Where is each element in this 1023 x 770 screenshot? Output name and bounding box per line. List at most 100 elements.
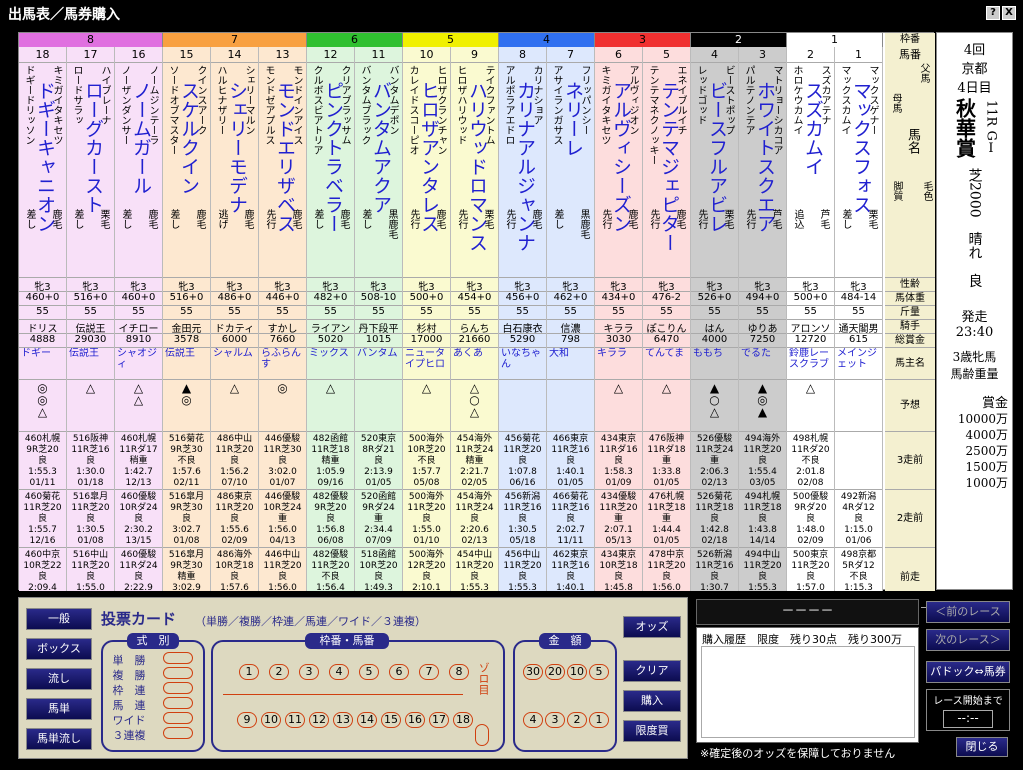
number-toggle[interactable]: 8 bbox=[449, 664, 469, 680]
horse-column[interactable]: 14 シェリーマルン ハルヒナザリー シェリーモデナ 逃げ 鹿毛 牝3 486+0 55 ドカティ… bbox=[211, 47, 259, 591]
owner: 伝説王 bbox=[67, 347, 114, 379]
horse-number: 12 bbox=[307, 47, 354, 63]
number-toggle[interactable]: 4 bbox=[329, 664, 349, 680]
horse-number: 9 bbox=[451, 47, 498, 63]
horse-column[interactable]: 17 ハイブレーナ ロードサラッ ローグカースト 差し 栗毛 牝3 516+0 55 伝説王 290… bbox=[67, 47, 115, 591]
horse-column[interactable]: 18 キミガイタキセツ ドギードリッソン ドギーキャニオン 差し 鹿毛 牝3 460+0 55 ド… bbox=[19, 47, 67, 591]
number-toggle[interactable]: 17 bbox=[429, 712, 449, 728]
race-day: 4日目 bbox=[957, 81, 992, 96]
past-race-p3: 460札幌 9R芝20 良 1:55.3 01/11 bbox=[19, 431, 66, 489]
sex-age: 牝3 bbox=[403, 277, 450, 291]
close-button[interactable]: 閉じる bbox=[956, 737, 1008, 757]
clear-button[interactable]: クリア bbox=[623, 660, 681, 682]
past-race-p1: 498京都 5Rダ12 不良 1:15.3 04/06 bbox=[835, 547, 882, 591]
amount-toggle[interactable]: 30 bbox=[523, 664, 543, 680]
label-kyakushitsu: 脚質 bbox=[891, 181, 902, 201]
label-name: 馬名 bbox=[905, 128, 920, 154]
number-toggle[interactable]: 10 bbox=[261, 712, 281, 728]
horse-column[interactable]: 13 モンドインアイス モンドゼアプルス モンドエリザベス 先行 鹿毛 牝3 446+0 55 す… bbox=[259, 47, 307, 591]
horse-number: 14 bbox=[211, 47, 258, 63]
title-bar: 出馬表／馬券購入 ? X bbox=[0, 0, 1023, 26]
horse-column[interactable]: 7 フリッパンシー アサイランガサス ネリーレ 差し 黒鹿毛 牝3 462+0 55 信濃 798 大… bbox=[547, 47, 595, 591]
number-toggle[interactable]: 15 bbox=[381, 712, 401, 728]
paddock-toggle-button[interactable]: パドック⇔馬券 bbox=[926, 661, 1010, 683]
coat-color: 鹿毛 bbox=[290, 209, 301, 229]
history-list[interactable] bbox=[701, 646, 915, 738]
horse-column[interactable]: 1 マックスゲナー マックスカムイ マックスフォス 差し 栗毛 牝3 484-14 55 通天閣男… bbox=[835, 47, 883, 591]
horse-column[interactable]: 12 クリアブラッサム クルボスビアトリア ピンクトラベラー 差し 鹿毛 牝3 482+0 55… bbox=[307, 47, 355, 591]
number-toggle[interactable]: 18 bbox=[453, 712, 473, 728]
waku-band-2: 2 bbox=[691, 33, 787, 47]
amount-toggle[interactable]: 4 bbox=[523, 712, 543, 728]
number-group: 枠番・馬番 12345678 9 10 11 12 13 14 15 16 17 18 ゾロ目 bbox=[211, 633, 505, 752]
odds-button[interactable]: オッズ bbox=[623, 616, 681, 638]
horse-column[interactable]: 4 ビーストポップ レッドゴッド ビースフルアビレ 先行 栗毛 牝3 526+0 55 はん 400… bbox=[691, 47, 739, 591]
past-race-p1: 494中山 11R芝20 良 1:55.3 03/09 bbox=[739, 547, 786, 591]
number-toggle[interactable]: 5 bbox=[359, 664, 379, 680]
bet-type-toggle[interactable] bbox=[163, 682, 193, 694]
weight-carried: 55 bbox=[67, 305, 114, 319]
number-toggle[interactable]: 2 bbox=[269, 664, 289, 680]
past-race-p3: 494海外 11R芝20 良 1:55.4 03/05 bbox=[739, 431, 786, 489]
prediction-marks: △ bbox=[67, 379, 114, 431]
amount-toggle[interactable]: 10 bbox=[567, 664, 587, 680]
running-style: 先行 bbox=[600, 209, 611, 229]
sex-age: 牝3 bbox=[259, 277, 306, 291]
number-toggle[interactable]: 3 bbox=[299, 664, 319, 680]
horse-column[interactable]: 2 スズカアテナ ホロケウカムイ スズカムイ 追込 芦毛 牝3 500+0 55 アロンソ 1272… bbox=[787, 47, 835, 591]
number-toggle[interactable]: 16 bbox=[405, 712, 425, 728]
horse-column[interactable]: 8 カリナショア アルポラアエドロ カリナアルジャンナ 先行 鹿毛 牝3 456+0 55 白石康… bbox=[499, 47, 547, 591]
running-style: 先行 bbox=[696, 209, 707, 229]
horse-column[interactable]: 3 マトリョーシカコア パルテノンテア ホワイトスクエア 先行 芦毛 牝3 494+0 55 ゆり… bbox=[739, 47, 787, 591]
close-window-button[interactable]: X bbox=[1002, 6, 1016, 20]
number-toggle[interactable]: 6 bbox=[389, 664, 409, 680]
number-toggle[interactable]: 14 bbox=[357, 712, 377, 728]
prev-race-button[interactable]: ＜前のレース bbox=[926, 601, 1010, 623]
amount-toggle[interactable]: 1 bbox=[589, 712, 609, 728]
past-race-p2: 446優駿 10R芝24 重 1:56.0 04/13 bbox=[259, 489, 306, 547]
past-race-p1: 518函館 10R芝20 良 1:49.3 03/03 bbox=[355, 547, 402, 591]
horse-column[interactable]: 11 バンタムデポン バンタムブラック バンタムアクア 差し 黒鹿毛 牝3 508-10 55 丹… bbox=[355, 47, 403, 591]
horse-column[interactable]: 10 ヒロザクランチャン カレイドスコーピオ ヒロザアンタレス 先行 鹿毛 牝3 500+0 5… bbox=[403, 47, 451, 591]
number-toggle[interactable]: 1 bbox=[239, 664, 259, 680]
horse-number: 5 bbox=[643, 47, 690, 63]
number-toggle[interactable]: 7 bbox=[419, 664, 439, 680]
bet-type-toggle[interactable] bbox=[163, 697, 193, 709]
amount-toggle[interactable]: 20 bbox=[545, 664, 565, 680]
prize-5: 1000万 bbox=[965, 475, 1008, 490]
mode-umatan-button[interactable]: 馬単 bbox=[26, 698, 92, 720]
owner: らふらんす bbox=[259, 347, 306, 379]
horse-column[interactable]: 9 テイクファントム ヒロザハリウッド ハリウッドロマンス 先行 栗毛 牝3 454+0 55 ら… bbox=[451, 47, 499, 591]
horse-number: 7 bbox=[547, 47, 594, 63]
help-button[interactable]: ? bbox=[986, 6, 1000, 20]
coat-color: 栗毛 bbox=[98, 209, 109, 229]
zoro-toggle[interactable] bbox=[475, 724, 489, 746]
bet-type-toggle[interactable] bbox=[163, 727, 193, 739]
horse-column[interactable]: 15 クインスアーク ソードオブマスター スケルクイン 差し 鹿毛 牝3 516+0 55 金田元… bbox=[163, 47, 211, 591]
number-toggle[interactable]: 13 bbox=[333, 712, 353, 728]
past-race-p1: 526新潟 11R芝16 良 1:30.7 09/18 bbox=[691, 547, 738, 591]
mode-box-button[interactable]: ボックス bbox=[26, 638, 92, 660]
amount-toggle[interactable]: 3 bbox=[545, 712, 565, 728]
horse-column[interactable]: 5 エネイブルイチ テンテマネクノッキー テンテマジェピター 先行 鹿毛 牝3 476-2 55… bbox=[643, 47, 691, 591]
horse-column[interactable]: 6 アルヴィジオン キミガイタキセツ アルヴィシーズン 先行 鹿毛 牝3 434+0 55 キララ… bbox=[595, 47, 643, 591]
number-toggle[interactable]: 9 bbox=[237, 712, 257, 728]
prediction-marks: △ bbox=[403, 379, 450, 431]
amount-toggle[interactable]: 2 bbox=[567, 712, 587, 728]
next-race-button[interactable]: 次のレース＞ bbox=[926, 629, 1010, 651]
bet-type-toggle[interactable] bbox=[163, 712, 193, 724]
horse-column[interactable]: 16 ノームジンテーラ ノーザンダンサー ノームガール 差し 鹿毛 牝3 460+0 55 イチロ… bbox=[115, 47, 163, 591]
mode-umatan-nagashi-button[interactable]: 馬単流し bbox=[26, 728, 92, 750]
bet-type-toggle[interactable] bbox=[163, 667, 193, 679]
limit-buy-button[interactable]: 限度買 bbox=[623, 720, 681, 742]
waku-band-7: 7 bbox=[163, 33, 307, 47]
bet-type-label: 馬 連 bbox=[112, 699, 146, 712]
number-toggle[interactable]: 12 bbox=[309, 712, 329, 728]
amount-toggle[interactable]: 5 bbox=[589, 664, 609, 680]
bet-type-toggle[interactable] bbox=[163, 652, 193, 664]
sex-age: 牝3 bbox=[211, 277, 258, 291]
buy-button[interactable]: 購入 bbox=[623, 690, 681, 712]
mode-normal-button[interactable]: 一般 bbox=[26, 608, 92, 630]
number-toggle[interactable]: 11 bbox=[285, 712, 305, 728]
mode-nagashi-button[interactable]: 流し bbox=[26, 668, 92, 690]
